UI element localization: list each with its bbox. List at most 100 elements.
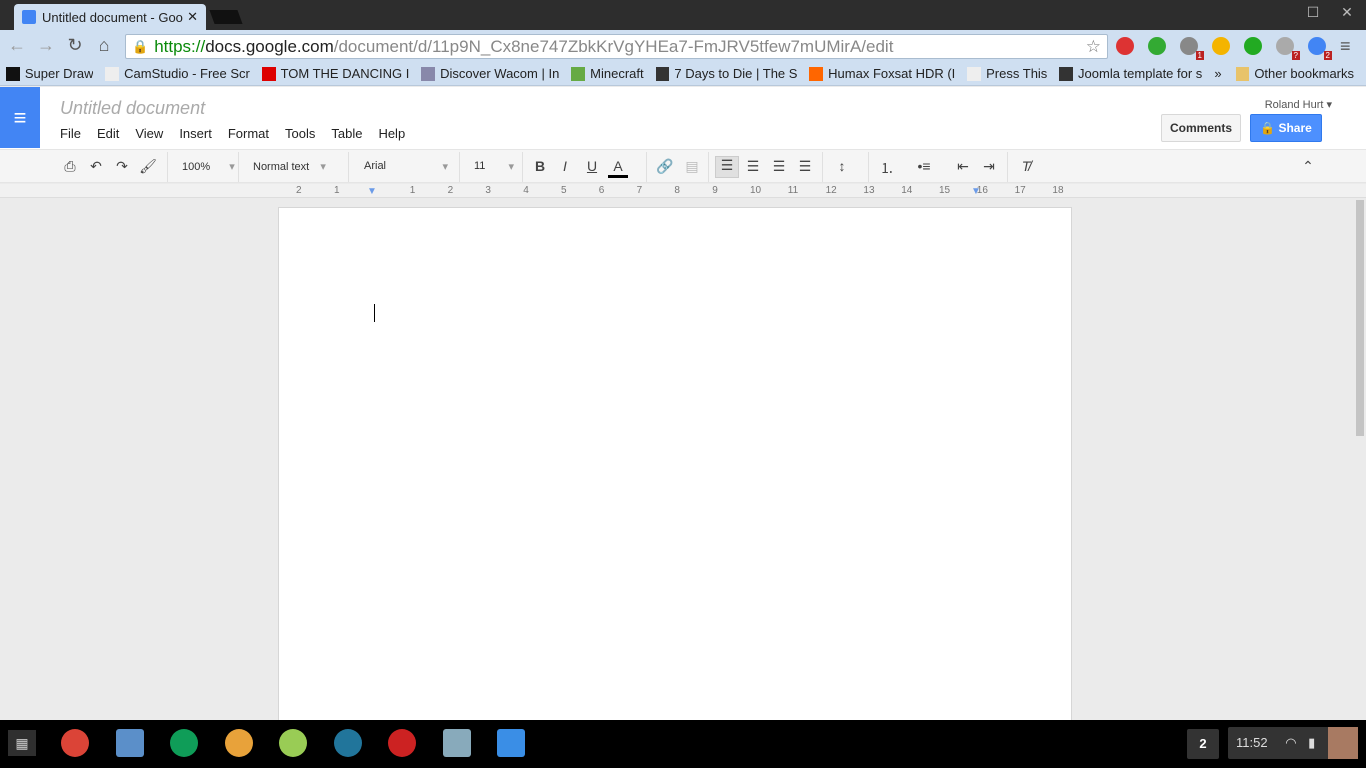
right-indent-marker-icon[interactable]: ▼ (971, 186, 981, 197)
bookmark-item[interactable]: Press This (967, 66, 1047, 81)
bookmark-favicon-icon (571, 66, 586, 81)
editing-toolbar: ⎙ ↶ ↷ 🖌 100% ▾ Normal text ▾ Arial ▾ 11 ▾ … (0, 149, 1366, 183)
bookmark-item[interactable]: Minecraft (571, 66, 644, 81)
text-color-icon[interactable]: A (608, 158, 628, 178)
more-bookmarks-button[interactable]: » (1214, 66, 1221, 81)
bookmark-item[interactable]: Discover Wacom | In (421, 66, 559, 81)
align-left-icon[interactable]: ☰ (715, 156, 739, 178)
close-tab-icon[interactable]: ✕ (187, 9, 198, 25)
ruler-tick-label: 1 (409, 185, 416, 196)
document-page[interactable] (278, 207, 1072, 727)
decrease-indent-icon[interactable]: ⇤ (953, 158, 973, 175)
adblock-icon[interactable] (1116, 37, 1134, 55)
new-tab-button[interactable] (209, 10, 243, 24)
justify-icon[interactable]: ☰ (795, 158, 815, 175)
ruler-tick-label: 10 (750, 185, 762, 196)
bookmark-item[interactable]: Joomla template for s (1059, 66, 1202, 81)
line-spacing-icon[interactable]: ↕ (832, 158, 852, 174)
font-size-select[interactable]: 11 ▾ (474, 160, 514, 173)
tab-docs[interactable]: Untitled document - Goo ✕ (14, 4, 206, 30)
menu-bar: File Edit View Insert Format Tools Table Help (60, 126, 421, 141)
ruler-tick-label: 17 (1014, 185, 1026, 196)
notification-bell-icon[interactable]: 1 (1180, 37, 1204, 60)
ruler-tick-label: 6 (598, 185, 605, 196)
ruler-tick-label: 1 (334, 185, 340, 196)
id-icon[interactable] (1244, 37, 1262, 55)
docs-home-icon[interactable]: ≡ (0, 87, 40, 148)
home-icon[interactable]: ⌂ (92, 35, 116, 56)
notification-count[interactable]: 2 (1187, 729, 1219, 759)
maximize-icon[interactable]: ☐ (1300, 4, 1326, 21)
back-icon[interactable]: ← (5, 35, 29, 56)
scrollbar[interactable] (1356, 200, 1364, 436)
menu-icon[interactable]: ≡ (1340, 36, 1351, 57)
underline-icon[interactable]: U (582, 158, 602, 174)
menu-file[interactable]: File (60, 126, 81, 141)
bookmark-item[interactable]: CamStudio - Free Scr (105, 66, 250, 81)
menu-edit[interactable]: Edit (97, 126, 119, 141)
undo-icon[interactable]: ↶ (86, 158, 106, 175)
omg-chrome-icon[interactable] (224, 729, 253, 757)
google-drive-icon[interactable] (1212, 37, 1230, 55)
avatar[interactable] (1328, 727, 1358, 759)
comments-button[interactable]: Comments (1161, 114, 1241, 142)
google-icon[interactable]: 2 (1308, 37, 1332, 60)
menu-table[interactable]: Table (331, 126, 362, 141)
files-icon[interactable] (497, 729, 525, 757)
google-drive-icon[interactable] (170, 729, 198, 757)
ruler[interactable]: 2 1 1 2 3 4 5 6 7 8 9 10 11 12 13 14 15 16 17 18 ▼ ▼ (0, 184, 1366, 198)
document-title[interactable]: Untitled document (60, 98, 205, 119)
docs-favicon-icon (22, 10, 36, 24)
menu-format[interactable]: Format (228, 126, 269, 141)
align-center-icon[interactable]: ☰ (743, 158, 763, 175)
chrome-icon[interactable] (61, 729, 89, 757)
share-button[interactable]: 🔒 Share (1250, 114, 1322, 142)
bookmark-star-icon[interactable]: ☆ (1086, 37, 1101, 57)
increase-indent-icon[interactable]: ⇥ (979, 158, 999, 175)
menu-insert[interactable]: Insert (179, 126, 212, 141)
style-select[interactable]: Normal text ▾ (253, 160, 326, 173)
ruler-tick-label: 9 (712, 185, 718, 196)
counter-icon[interactable]: ? (1276, 37, 1300, 60)
account-menu[interactable]: Roland Hurt ▾ (1265, 98, 1332, 111)
italic-icon[interactable]: I (555, 158, 575, 174)
align-right-icon[interactable]: ☰ (769, 158, 789, 175)
other-bookmarks[interactable]: Other bookmarks (1235, 66, 1354, 81)
address-bar[interactable]: 🔒 https://docs.google.com/document/d/11p9… (125, 34, 1108, 59)
ruler-tick-label: 15 (939, 185, 951, 196)
bookmark-favicon-icon (6, 66, 20, 81)
bookmark-item[interactable]: 7 Days to Die | The S (655, 66, 797, 81)
youtube-icon[interactable] (388, 729, 416, 757)
badge: 2 (1323, 51, 1332, 60)
menu-view[interactable]: View (135, 126, 163, 141)
redo-icon[interactable]: ↷ (112, 158, 132, 175)
window-icon[interactable] (115, 729, 144, 757)
bookmark-item[interactable]: Super Draw (6, 66, 93, 81)
wordpress-icon[interactable] (333, 729, 362, 757)
menu-tools[interactable]: Tools (285, 126, 315, 141)
app-launcher-icon[interactable]: ▦ (8, 730, 36, 756)
forward-icon[interactable]: → (34, 35, 58, 56)
font-select[interactable]: Arial ▾ (364, 160, 448, 173)
cloud-icon[interactable] (442, 729, 471, 757)
zoom-select[interactable]: 100% ▾ (182, 160, 235, 173)
menu-help[interactable]: Help (378, 126, 405, 141)
ruler-tick-label: 13 (863, 185, 875, 196)
close-window-icon[interactable]: ✕ (1334, 4, 1360, 21)
print-icon[interactable]: ⎙ (60, 158, 80, 175)
bold-icon[interactable]: B (530, 158, 550, 174)
evernote-icon[interactable] (1148, 37, 1166, 55)
bookmark-favicon-icon (809, 66, 824, 81)
link-icon[interactable]: 🔗 (655, 158, 675, 175)
picasa-icon[interactable] (279, 729, 307, 757)
numbered-list-icon[interactable]: ⒈ (877, 158, 897, 178)
bulleted-list-icon[interactable]: •≡ (914, 158, 934, 174)
bookmark-item[interactable]: Humax Foxsat HDR (I (809, 66, 955, 81)
indent-marker-icon[interactable]: ▼ (367, 186, 377, 197)
comment-icon[interactable]: ▤ (682, 158, 702, 175)
clear-formatting-icon[interactable]: T̸ (1016, 158, 1036, 174)
paint-format-icon[interactable]: 🖌 (138, 158, 158, 175)
bookmark-item[interactable]: TOM THE DANCING I (261, 66, 409, 81)
collapse-toolbar-icon[interactable]: ⌃ (1298, 158, 1318, 175)
reload-icon[interactable]: ↻ (63, 35, 87, 56)
